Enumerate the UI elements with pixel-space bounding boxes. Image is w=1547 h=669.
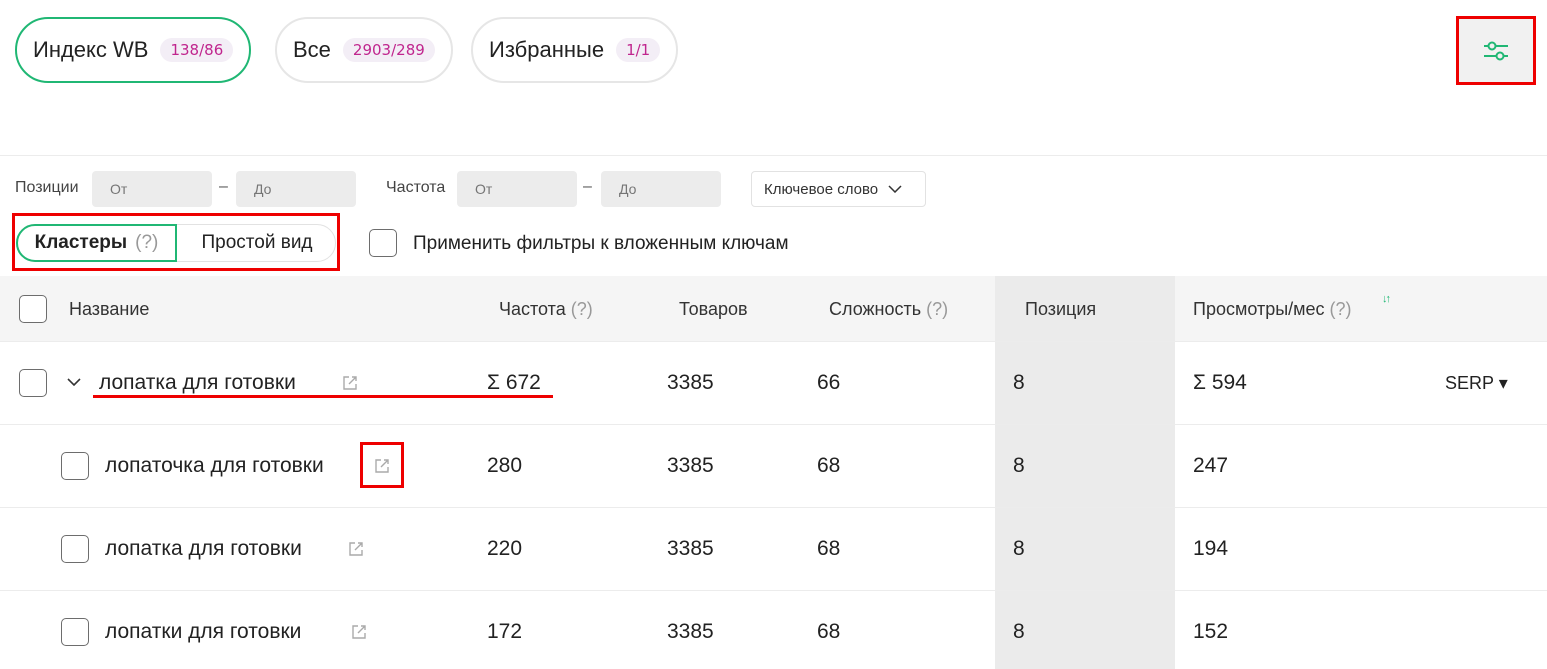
keyword-name: лопаточка для готовки	[105, 454, 324, 477]
cluster-views: Σ 594	[1193, 371, 1247, 394]
help-icon[interactable]: (?)	[571, 299, 593, 319]
keyword-products: 3385	[667, 620, 714, 643]
external-link-icon[interactable]	[350, 623, 368, 641]
keyword-difficulty: 68	[817, 454, 841, 477]
cluster-difficulty: 66	[817, 371, 841, 394]
keyword-frequency: 280	[487, 454, 523, 477]
keyword-products: 3385	[667, 454, 714, 477]
sliders-icon	[1484, 41, 1508, 60]
help-icon[interactable]: (?)	[926, 299, 948, 319]
filter-settings-button[interactable]	[1456, 16, 1536, 85]
keyword-frequency: 220	[487, 537, 523, 560]
row-checkbox[interactable]	[61, 452, 89, 480]
segment-all[interactable]: Все 2903/289	[275, 17, 453, 83]
segment-count: 138/86	[160, 38, 234, 62]
highlight-box	[360, 442, 404, 488]
cluster-name: лопатка для готовки	[99, 371, 296, 394]
segment-wb-index[interactable]: Индекс WB 138/86	[15, 17, 252, 83]
range-dash: –	[583, 178, 592, 195]
keyword-views: 247	[1193, 454, 1229, 477]
apply-nested-checkbox[interactable]	[369, 229, 397, 257]
keyword-views: 152	[1193, 620, 1229, 643]
frequency-to-input[interactable]	[601, 171, 721, 207]
row-divider	[0, 424, 1547, 425]
help-icon[interactable]: (?)	[1330, 299, 1352, 319]
keyword-select[interactable]: Ключевое слово	[751, 171, 926, 207]
external-link-icon[interactable]	[347, 540, 365, 558]
segment-label: Все	[293, 37, 331, 62]
select-all-checkbox[interactable]	[19, 295, 47, 323]
keyword-name: лопатка для готовки	[105, 537, 302, 560]
chevron-down-icon[interactable]	[67, 378, 81, 386]
header-views[interactable]: Просмотры/мес (?)	[1193, 299, 1352, 320]
segment-label: Избранные	[489, 37, 605, 62]
segment-favorites[interactable]: Избранные 1/1	[471, 17, 679, 83]
keyword-views: 194	[1193, 537, 1229, 560]
highlight-underline	[93, 395, 553, 398]
frequency-from-input[interactable]	[457, 171, 577, 207]
highlight-box	[12, 213, 340, 271]
positions-to-input[interactable]	[236, 171, 356, 207]
keyword-name: лопатки для готовки	[105, 620, 302, 643]
header-name[interactable]: Название	[69, 299, 149, 320]
positions-from-input[interactable]	[92, 171, 212, 207]
header-difficulty[interactable]: Сложность (?)	[829, 299, 948, 320]
divider	[0, 155, 1547, 156]
row-checkbox[interactable]	[61, 618, 89, 646]
header-difficulty-label: Сложность	[829, 299, 922, 319]
keyword-position: 8	[1013, 454, 1025, 477]
header-frequency-label: Частота	[499, 299, 566, 319]
row-divider	[0, 507, 1547, 508]
row-checkbox[interactable]	[19, 369, 47, 397]
frequency-label: Частота	[386, 179, 446, 196]
header-views-label: Просмотры/мес	[1193, 299, 1325, 319]
segment-label: Индекс WB	[33, 37, 149, 62]
keyword-difficulty: 68	[817, 537, 841, 560]
positions-label: Позиции	[15, 179, 79, 196]
row-divider	[0, 341, 1547, 342]
sort-icon[interactable]: ↓↑	[1382, 293, 1391, 305]
range-dash: –	[219, 178, 228, 195]
keyword-position: 8	[1013, 620, 1025, 643]
segment-count: 2903/289	[342, 38, 435, 62]
keyword-frequency: 172	[487, 620, 523, 643]
keyword-difficulty: 68	[817, 620, 841, 643]
chevron-down-icon	[888, 185, 902, 193]
keyword-position: 8	[1013, 537, 1025, 560]
header-frequency[interactable]: Частота (?)	[499, 299, 593, 320]
keyword-select-value: Ключевое слово	[764, 180, 879, 198]
segment-count: 1/1	[616, 38, 661, 62]
header-products[interactable]: Товаров	[679, 299, 748, 320]
external-link-icon[interactable]	[341, 374, 359, 392]
cluster-products: 3385	[667, 371, 714, 394]
header-position[interactable]: Позиция	[1025, 299, 1096, 320]
row-divider	[0, 590, 1547, 591]
cluster-frequency: Σ 672	[487, 371, 541, 394]
apply-nested-label: Применить фильтры к вложенным ключам	[413, 233, 789, 254]
row-checkbox[interactable]	[61, 535, 89, 563]
serp-dropdown[interactable]: SERP ▾	[1445, 373, 1508, 394]
cluster-position: 8	[1013, 371, 1025, 394]
keyword-products: 3385	[667, 537, 714, 560]
